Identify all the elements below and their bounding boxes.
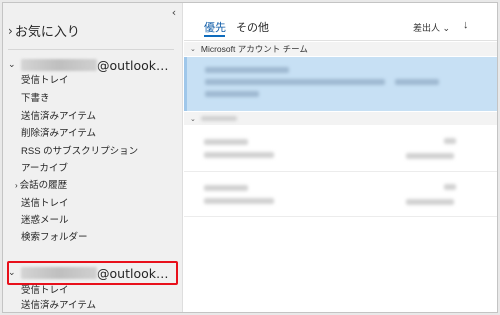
redacted-date: [406, 153, 454, 159]
chevron-right-icon: ›: [15, 181, 18, 190]
folder-inbox[interactable]: 受信トレイ: [21, 74, 69, 88]
redacted-date: [406, 199, 454, 205]
highlight-annotation: [7, 261, 178, 285]
collapse-pane-button[interactable]: ‹: [167, 6, 181, 20]
account-header[interactable]: ⌄ @outlook…: [8, 56, 178, 74]
folder-rss[interactable]: RSS のサブスクリプション: [21, 145, 138, 159]
message-item[interactable]: [184, 127, 497, 172]
redacted-subject: [205, 79, 385, 85]
folder-inbox-2[interactable]: 受信トレイ: [21, 284, 69, 298]
favorites-label: お気に入り: [14, 25, 80, 40]
redacted-sender: [204, 139, 248, 145]
group-header[interactable]: ⌄ Microsoft アカウント チーム: [184, 42, 497, 56]
message-item-selected[interactable]: [184, 57, 497, 111]
chevron-down-icon: ⌄: [8, 60, 16, 70]
message-list-pane: 優先 その他 差出人 ⌄ ↓ ⌄ Microsoft アカウント チーム ⌄: [184, 3, 497, 312]
folder-sent[interactable]: 送信済みアイテム: [21, 110, 96, 124]
folder-label: 会話の履歴: [19, 180, 68, 191]
folder-junk[interactable]: 迷惑メール: [21, 214, 69, 228]
redacted-date: [395, 79, 439, 85]
redacted-subject: [204, 198, 274, 204]
redacted-group-label: [200, 116, 237, 121]
sort-label: 差出人: [413, 23, 441, 33]
outlook-window: ‹ › お気に入り ⌄ @outlook… 受信トレイ 下書き 送信済みアイテム…: [2, 2, 498, 313]
tab-focused[interactable]: 優先: [204, 19, 226, 35]
redacted-sender: [204, 185, 248, 191]
redacted-preview: [205, 91, 259, 97]
tab-other[interactable]: その他: [236, 19, 269, 35]
folder-archive[interactable]: アーカイブ: [21, 162, 68, 176]
chevron-down-icon: ⌄: [190, 46, 196, 53]
redacted-sender: [205, 67, 289, 73]
account-address: @outlook…: [97, 57, 169, 73]
folder-sent-2[interactable]: 送信済みアイテム: [21, 299, 96, 312]
folder-deleted[interactable]: 削除済みアイテム: [21, 127, 96, 141]
redacted-icon: [444, 184, 456, 190]
sort-by-button[interactable]: 差出人 ⌄: [413, 21, 450, 34]
folder-search[interactable]: 検索フォルダー: [21, 231, 88, 245]
active-tab-indicator: [204, 35, 225, 37]
chevron-down-icon: ⌄: [190, 115, 196, 123]
divider: [184, 40, 497, 41]
redacted-icon: [444, 138, 456, 144]
divider: [8, 49, 174, 50]
folder-outbox[interactable]: 送信トレイ: [21, 197, 69, 211]
redacted-subject: [204, 152, 274, 158]
folder-conversation-history[interactable]: › 会話の履歴: [15, 179, 67, 193]
sort-direction-icon[interactable]: ↓: [463, 19, 469, 31]
group-header-label: Microsoft アカウント チーム: [200, 44, 308, 54]
chevron-right-icon: ›: [8, 23, 13, 38]
folder-drafts[interactable]: 下書き: [21, 92, 50, 106]
group-header-redacted[interactable]: ⌄: [184, 112, 497, 125]
redacted-username: [21, 59, 97, 71]
message-item[interactable]: [184, 173, 497, 217]
chevron-down-icon: ⌄: [442, 23, 451, 33]
favorites-header[interactable]: › お気に入り: [8, 21, 80, 41]
folder-pane: ‹ › お気に入り ⌄ @outlook… 受信トレイ 下書き 送信済みアイテム…: [3, 3, 183, 312]
